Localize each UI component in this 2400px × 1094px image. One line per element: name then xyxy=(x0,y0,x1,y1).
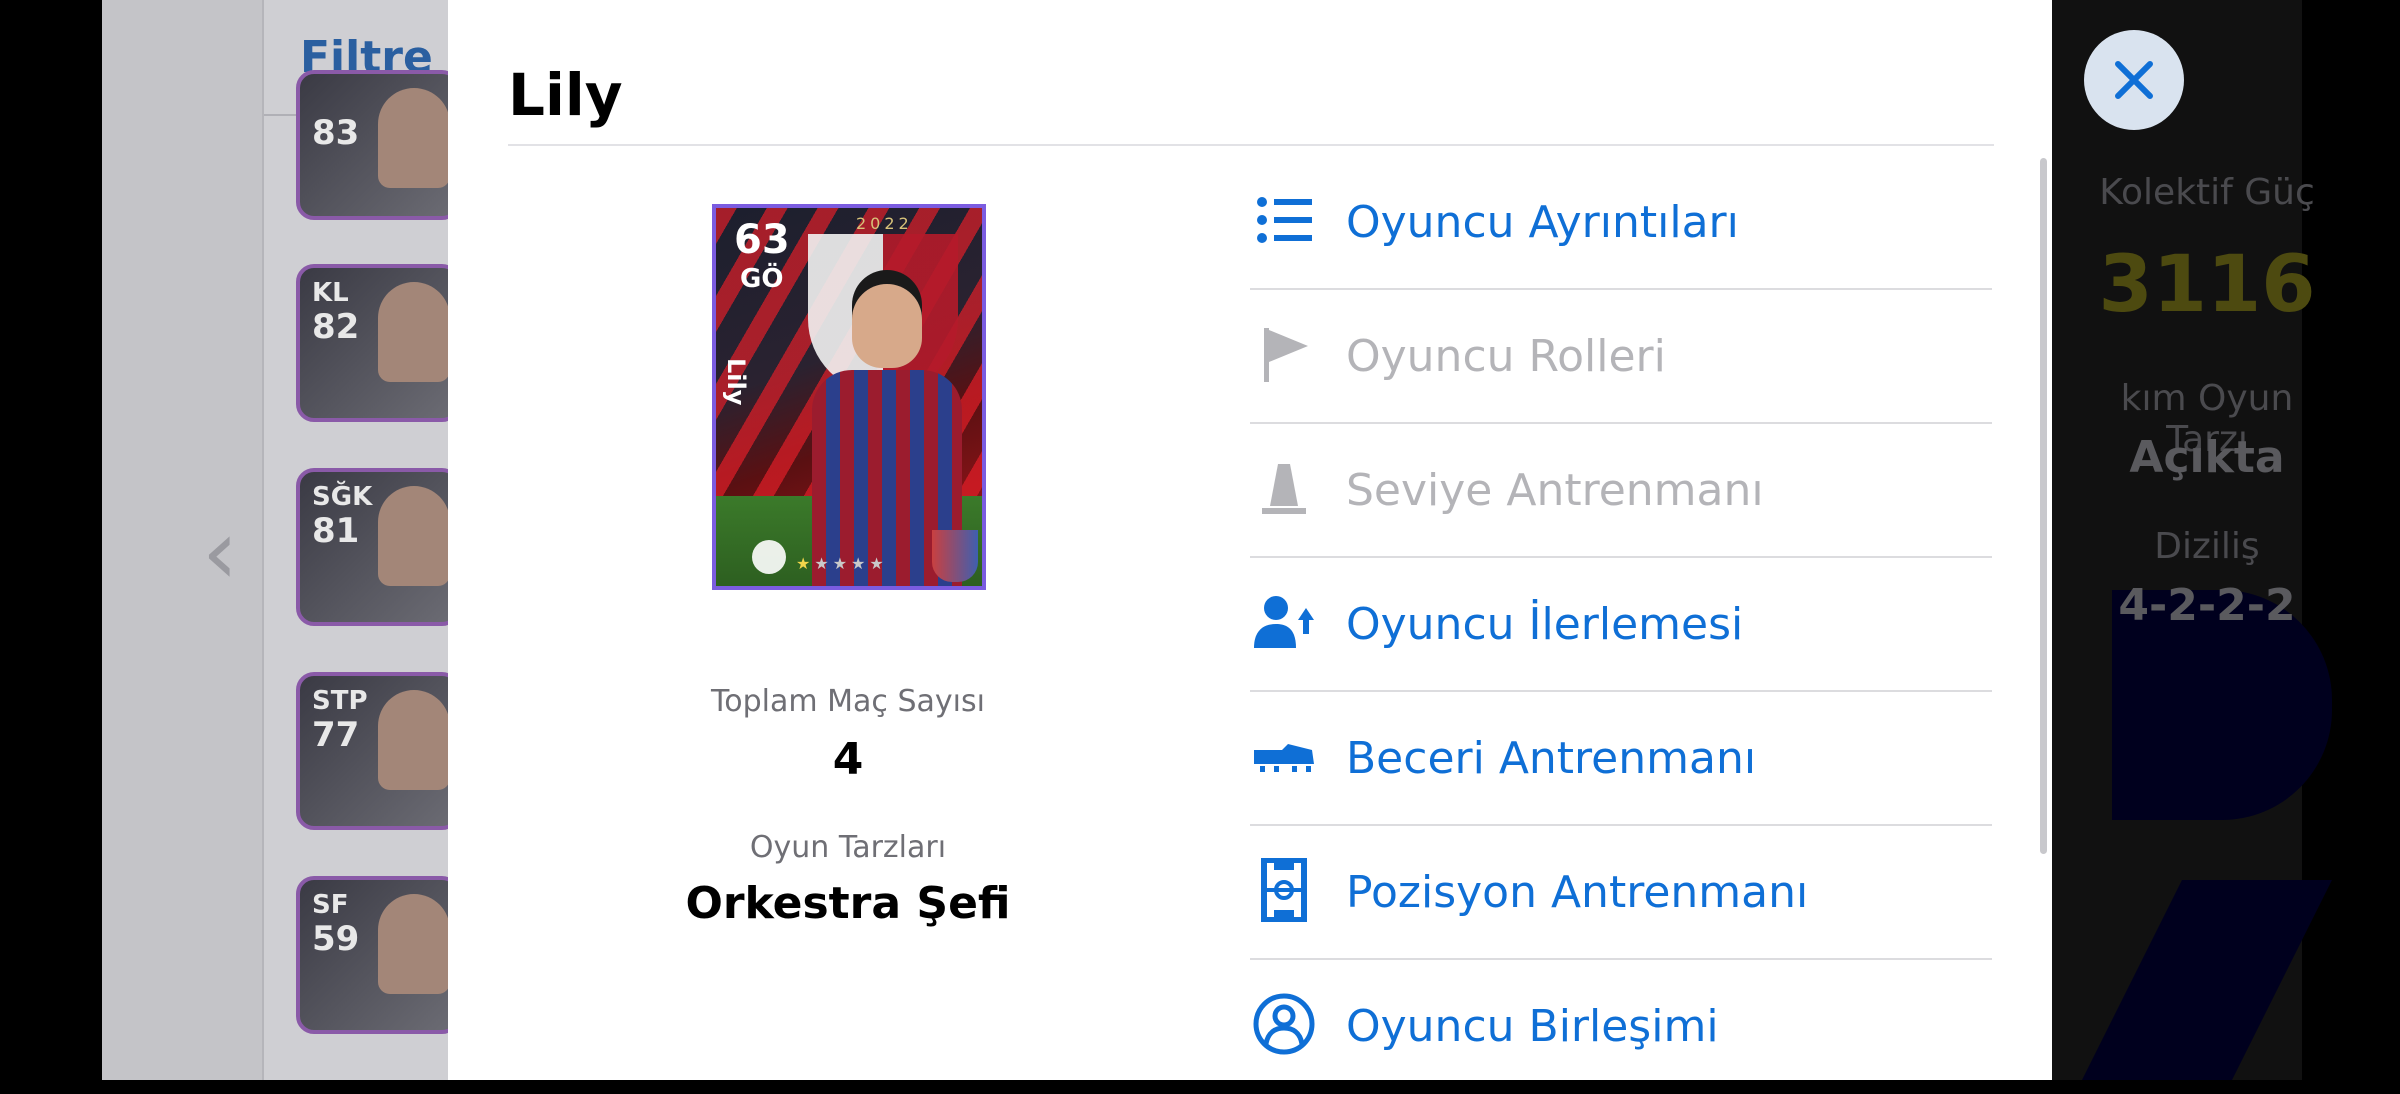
star-icon: ★ xyxy=(832,554,852,573)
player-face xyxy=(378,894,450,994)
menu-label: Oyuncu Ayrıntıları xyxy=(1346,197,1739,248)
total-matches-value: 4 xyxy=(832,734,864,785)
team-stats-panel: Kolektif Güç 3116 kım Oyun Tarzı Açıkta … xyxy=(2052,0,2400,1080)
menu-player-progression[interactable]: Oyuncu İlerlemesi xyxy=(1250,558,1992,692)
training-cone-icon xyxy=(1262,464,1306,514)
card-overall-rating: 63 xyxy=(734,217,790,263)
player-list-card-overall: 83 xyxy=(312,113,360,153)
star-icon: ★ xyxy=(869,554,888,573)
menu-skill-training[interactable]: Beceri Antrenmanı xyxy=(1250,692,1992,826)
star-icon: ★ xyxy=(851,554,870,573)
player-list-card-position: STP xyxy=(312,686,368,716)
star-icon: ★ xyxy=(796,554,815,573)
pitch-icon xyxy=(1261,858,1307,922)
playstyle-label: Oyun Tarzları xyxy=(749,830,947,865)
team-power-value: 3116 xyxy=(2098,240,2316,330)
team-playstyle-value: Açıkta xyxy=(2129,432,2285,483)
playstyle-value: Orkestra Şefi xyxy=(685,878,1011,929)
player-face xyxy=(378,88,450,188)
menu-label: Beceri Antrenmanı xyxy=(1346,733,1757,784)
player-list-card-overall: 59 xyxy=(312,919,360,959)
menu-label: Seviye Antrenmanı xyxy=(1346,465,1764,516)
player-list-card[interactable]: SF 59 xyxy=(296,876,460,1034)
player-list-card-position: KL xyxy=(312,278,349,308)
card-year: 2022 xyxy=(856,214,913,233)
divider xyxy=(508,144,1994,146)
player-combine-icon xyxy=(1253,993,1315,1055)
menu-label: Oyuncu Rolleri xyxy=(1346,331,1666,382)
menu-player-details[interactable]: Oyuncu Ayrıntıları xyxy=(1250,156,1992,290)
player-name-title: Lily xyxy=(508,61,623,129)
card-level-stars: ★★★★★ xyxy=(796,554,888,573)
player-progress-icon xyxy=(1254,596,1314,648)
list-icon xyxy=(1257,197,1312,243)
menu-label: Pozisyon Antrenmanı xyxy=(1346,867,1809,918)
close-button[interactable] xyxy=(2084,30,2184,130)
player-list-card-position: SĞK xyxy=(312,482,373,512)
menu-label: Oyuncu Birleşimi xyxy=(1346,1001,1719,1052)
player-head xyxy=(852,284,922,368)
card-player-name: Lily xyxy=(722,358,750,406)
club-crest-icon xyxy=(932,530,978,582)
menu-level-training[interactable]: Seviye Antrenmanı xyxy=(1250,424,1992,558)
menu-player-combine[interactable]: Oyuncu Birleşimi xyxy=(1250,960,1992,1094)
player-menu-modal: Lily 63 GÖ 2022 Lily ★★★★★ Toplam Maç Sa… xyxy=(448,0,2052,1080)
efootball-logo-icon xyxy=(752,540,786,574)
flag-icon xyxy=(1264,328,1308,382)
formation-label: Diziliş xyxy=(2154,526,2260,567)
chevron-left-icon[interactable]: ‹ xyxy=(202,500,238,605)
player-list-card[interactable]: KL 82 xyxy=(296,264,460,422)
menu-position-training[interactable]: Pozisyon Antrenmanı xyxy=(1250,826,1992,960)
player-face xyxy=(378,282,450,382)
football-boot-icon xyxy=(1254,744,1314,772)
player-list-card-overall: 81 xyxy=(312,511,360,551)
team-power-label: Kolektif Güç xyxy=(2099,172,2315,213)
player-list-card-overall: 82 xyxy=(312,307,360,347)
background-left-strip xyxy=(102,0,262,1080)
player-face xyxy=(378,486,450,586)
player-list-card[interactable]: 83 xyxy=(296,70,460,220)
player-list-card-position: SF xyxy=(312,890,349,920)
menu-label: Oyuncu İlerlemesi xyxy=(1346,599,1744,650)
close-icon xyxy=(2115,61,2153,99)
formation-value: 4-2-2-2 xyxy=(2118,580,2296,631)
player-list-card-overall: 77 xyxy=(312,715,360,755)
player-list-card[interactable]: STP 77 xyxy=(296,672,460,830)
menu-player-roles[interactable]: Oyuncu Rolleri xyxy=(1250,290,1992,424)
total-matches-label: Toplam Maç Sayısı xyxy=(711,684,985,719)
player-card: 63 GÖ 2022 Lily ★★★★★ xyxy=(712,204,986,590)
card-position: GÖ xyxy=(740,264,784,294)
player-face xyxy=(378,690,450,790)
scrollbar[interactable] xyxy=(2040,158,2047,854)
star-icon: ★ xyxy=(814,554,833,573)
player-list-card[interactable]: SĞK 81 xyxy=(296,468,460,626)
